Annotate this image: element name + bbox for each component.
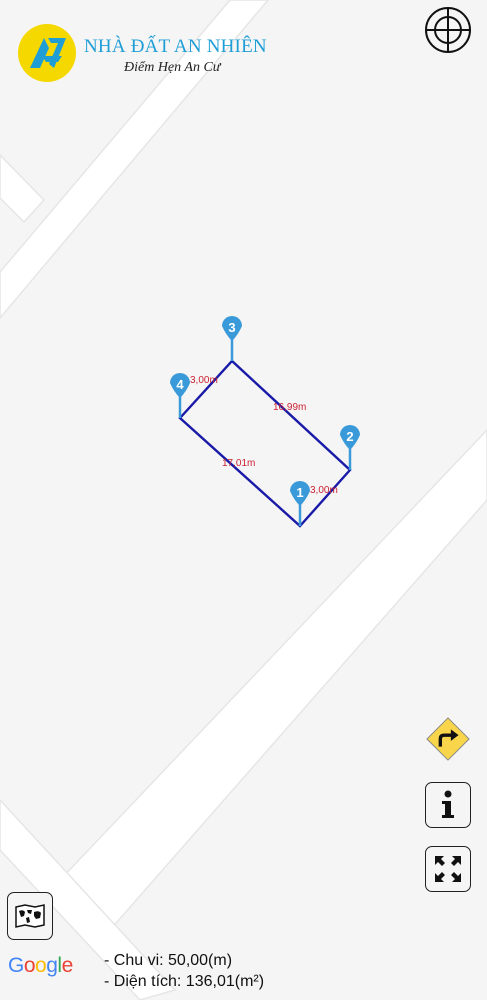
edge-label-1-2: 3,00m xyxy=(310,485,338,496)
marker-4-label: 4 xyxy=(176,377,184,392)
brand-logo: NHÀ ĐẤT AN NHIÊN Điểm Hẹn An Cư xyxy=(18,24,268,82)
turn-right-sign-icon xyxy=(426,717,470,761)
edge-label-2-3: 16,99m xyxy=(273,402,306,413)
edge-label-4-1: 17,01m xyxy=(222,458,255,469)
marker-1-label: 1 xyxy=(296,485,303,500)
marker-2-label: 2 xyxy=(346,429,353,444)
brand-title: NHÀ ĐẤT AN NHIÊN xyxy=(84,36,267,57)
expand-arrows-icon xyxy=(435,856,461,882)
map-background xyxy=(0,0,487,1000)
perimeter-text: - Chu vi: 50,00(m) xyxy=(104,952,233,969)
info-icon xyxy=(442,790,454,818)
map-canvas[interactable]: 3,00m 16,99m 3,00m 17,01m 1 2 3 4 xyxy=(0,0,487,1000)
area-text: - Diện tích: 136,01(m²) xyxy=(104,973,265,990)
edge-label-3-4: 3,00m xyxy=(190,375,218,386)
directions-button[interactable] xyxy=(425,716,471,762)
locate-button[interactable] xyxy=(424,6,472,54)
info-button[interactable] xyxy=(425,782,471,828)
marker-3-label: 3 xyxy=(228,320,235,335)
brand-badge-icon xyxy=(18,24,76,82)
parcel-stats: - Chu vi: 50,00(m) - Diện tích: 136,01(m… xyxy=(104,950,264,992)
fullscreen-button[interactable] xyxy=(425,846,471,892)
google-logo: Google xyxy=(8,954,73,977)
brand-subtitle: Điểm Hẹn An Cư xyxy=(124,60,221,75)
crosshair-icon xyxy=(425,7,471,53)
map-type-button[interactable] xyxy=(7,892,53,940)
world-map-icon xyxy=(15,904,45,928)
